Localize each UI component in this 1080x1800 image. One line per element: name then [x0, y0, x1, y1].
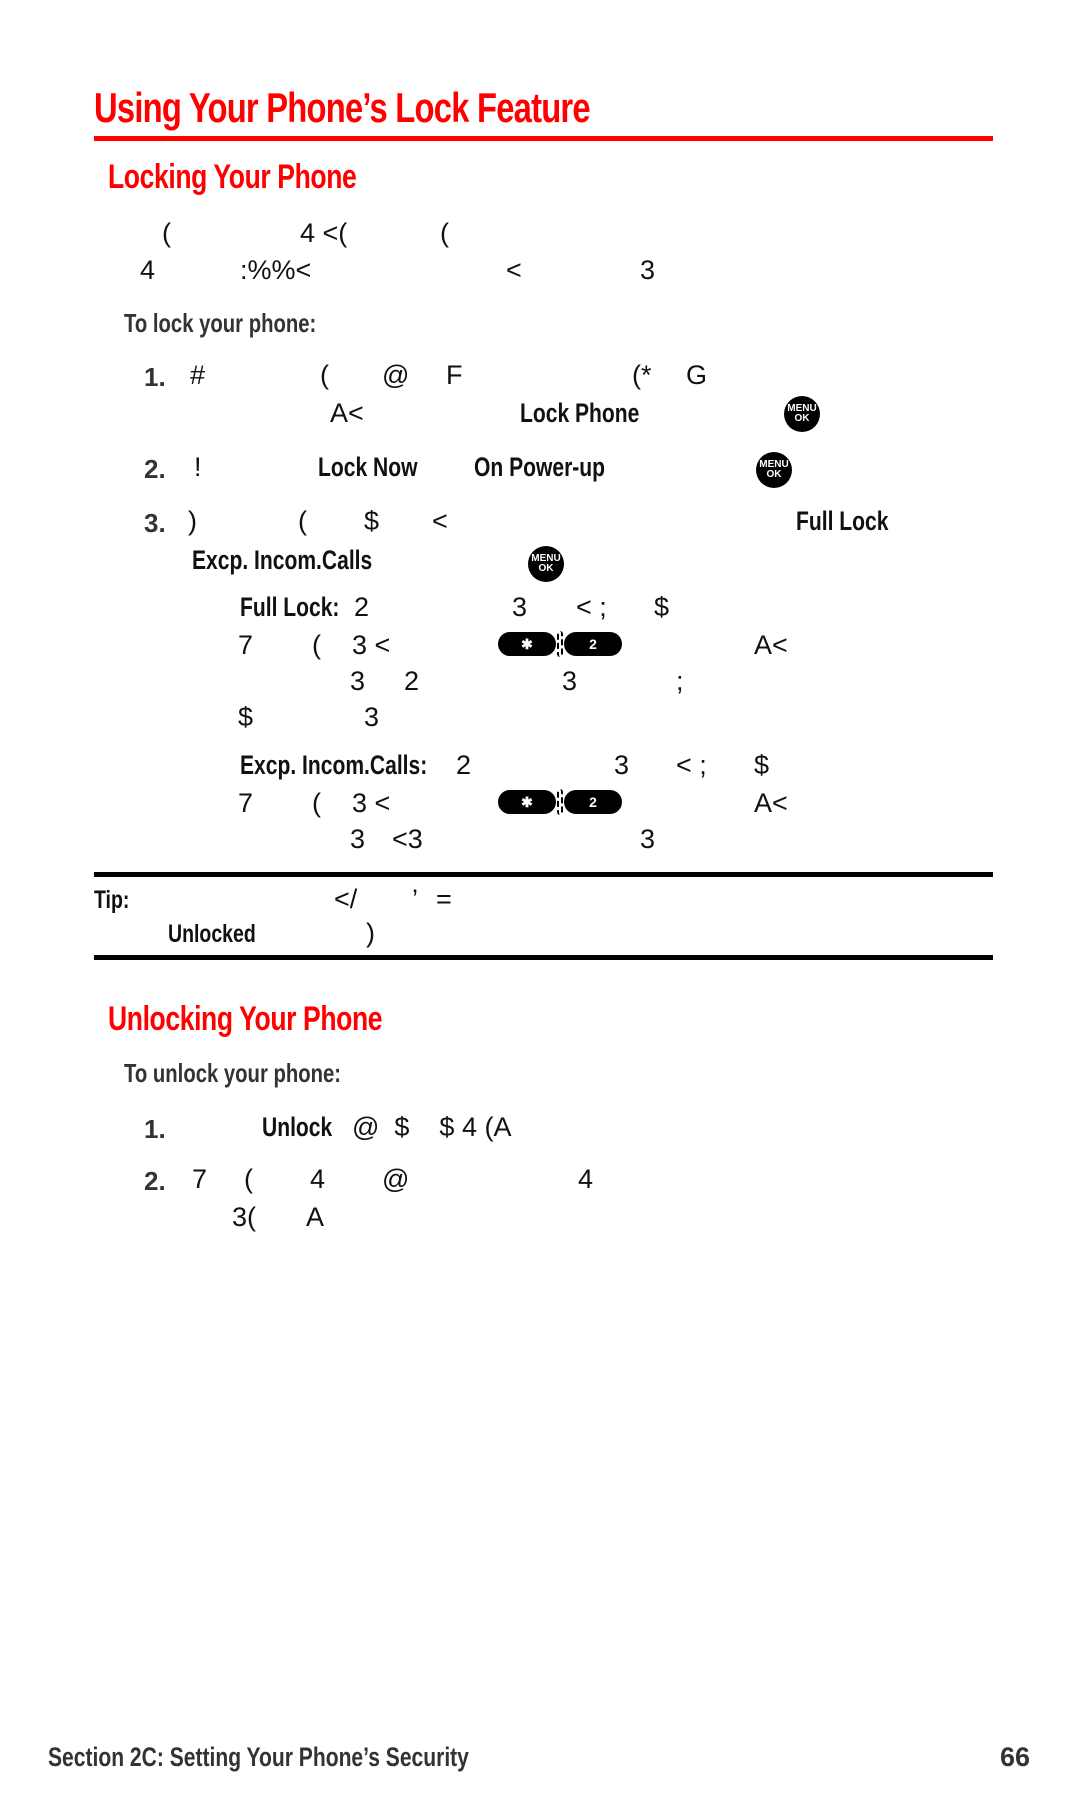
intro-glyph: ( — [162, 218, 171, 248]
step-glyph: 4 — [578, 1164, 594, 1194]
step-number: 2. — [144, 454, 166, 484]
option-glyph: 3 — [512, 592, 528, 622]
option-glyph: 3 — [614, 750, 630, 780]
step-number: 1. — [144, 1114, 166, 1144]
menu-ok-icon: MENU OK — [756, 452, 792, 488]
step-number: 2. — [144, 1166, 166, 1196]
option-glyph: 3 — [350, 824, 366, 854]
intro-glyph: :%%< — [240, 255, 312, 285]
tip-rule-bottom — [94, 955, 993, 960]
two-key-icon: 2 — [564, 632, 622, 656]
tip-glyph: </ — [334, 884, 358, 914]
option-glyph: $ — [754, 750, 770, 780]
menu-ok-icon: MENU OK — [528, 546, 564, 582]
tip-glyph: = — [436, 884, 452, 914]
option-glyph: 3 < — [352, 788, 391, 818]
step-glyph: 7 — [192, 1164, 208, 1194]
option-glyph: < ; — [676, 750, 707, 780]
intro-glyph: 3 — [640, 255, 656, 285]
option-glyph: $ — [238, 702, 254, 732]
option-glyph: 3 — [350, 666, 366, 696]
option-glyph: ( — [312, 630, 321, 660]
menu-term-unlock: Unlock — [262, 1112, 333, 1142]
step-glyph: ( — [244, 1164, 253, 1194]
step-glyph: F — [446, 360, 463, 390]
tip-label: Tip: — [94, 886, 130, 914]
option-glyph: < ; — [576, 592, 607, 622]
option-label-excp-incom-calls: Excp. Incom.Calls: — [240, 750, 428, 780]
intro-glyph: 4 <( — [300, 218, 348, 248]
step-glyph: ) — [188, 506, 197, 536]
option-glyph: 3 < — [352, 630, 391, 660]
menu-term-excp-incom-calls: Excp. Incom.Calls — [192, 545, 373, 575]
option-glyph: ; — [676, 666, 684, 696]
option-glyph: ( — [312, 788, 321, 818]
option-glyph: 3 — [640, 824, 656, 854]
menu-term-on-power-up: On Power-up — [474, 452, 606, 482]
step-glyph: < — [432, 506, 448, 536]
star-key-icon: ✱ — [498, 790, 556, 814]
menu-term-lock-now: Lock Now — [318, 452, 418, 482]
menu-ok-icon: MENU OK — [784, 396, 820, 432]
step-number: 3. — [144, 508, 166, 538]
intro-glyph: 4 — [140, 255, 156, 285]
tip-glyph: ) — [366, 918, 375, 948]
option-glyph: 3 — [364, 702, 380, 732]
step-glyph: G — [686, 360, 708, 390]
step-glyph: A — [306, 1202, 325, 1232]
menu-term-full-lock: Full Lock — [796, 506, 889, 536]
tip-term-unlocked: Unlocked — [168, 920, 256, 948]
step-glyph: ( — [320, 360, 329, 390]
step-glyph: @ — [382, 1164, 410, 1194]
option-glyph: <3 — [392, 824, 423, 854]
option-glyph: 3 — [562, 666, 578, 696]
step-glyph: (* — [632, 360, 652, 390]
section-heading-locking: Locking Your Phone — [108, 158, 357, 196]
tip-glyph: ’ — [412, 884, 418, 914]
menu-term-lock-phone: Lock Phone — [520, 398, 640, 428]
step-glyph: ! — [194, 452, 202, 482]
step-number: 1. — [144, 362, 166, 392]
option-glyph: 2 — [404, 666, 420, 696]
page-title: Using Your Phone’s Lock Feature — [94, 84, 591, 131]
option-glyph: 7 — [238, 788, 254, 818]
section-heading-unlocking: Unlocking Your Phone — [108, 1000, 383, 1038]
intro-glyph: ( — [440, 218, 449, 248]
step-glyph: @ — [382, 360, 410, 390]
option-label-full-lock: Full Lock: — [240, 592, 340, 622]
subheading-unlock: To unlock your phone: — [124, 1058, 342, 1088]
step-glyph: # — [190, 360, 206, 390]
option-glyph: A< — [754, 630, 788, 660]
footer-section-title: Section 2C: Setting Your Phone’s Securit… — [48, 1742, 469, 1772]
key-separator — [557, 631, 563, 657]
option-glyph: 2 — [354, 592, 370, 622]
star-key-icon: ✱ — [498, 632, 556, 656]
two-key-icon: 2 — [564, 790, 622, 814]
title-rule — [94, 136, 993, 141]
key-separator — [557, 789, 563, 815]
subheading-lock: To lock your phone: — [124, 308, 317, 338]
key-star-two-icon: ✱ 2 — [498, 789, 622, 815]
option-glyph: 2 — [456, 750, 472, 780]
intro-glyph: < — [506, 255, 522, 285]
tip-rule-top — [94, 872, 993, 877]
step-glyph: @ $ $ 4 (A — [352, 1112, 512, 1142]
option-glyph: 7 — [238, 630, 254, 660]
step-glyph: 4 — [310, 1164, 326, 1194]
option-glyph: $ — [654, 592, 670, 622]
step-glyph: A< — [330, 398, 364, 428]
step-glyph: 3( — [232, 1202, 257, 1232]
step-glyph: ( — [298, 506, 307, 536]
key-star-two-icon: ✱ 2 — [498, 631, 622, 657]
page-number: 66 — [1000, 1742, 1031, 1772]
option-glyph: A< — [754, 788, 788, 818]
step-glyph: $ — [364, 506, 380, 536]
